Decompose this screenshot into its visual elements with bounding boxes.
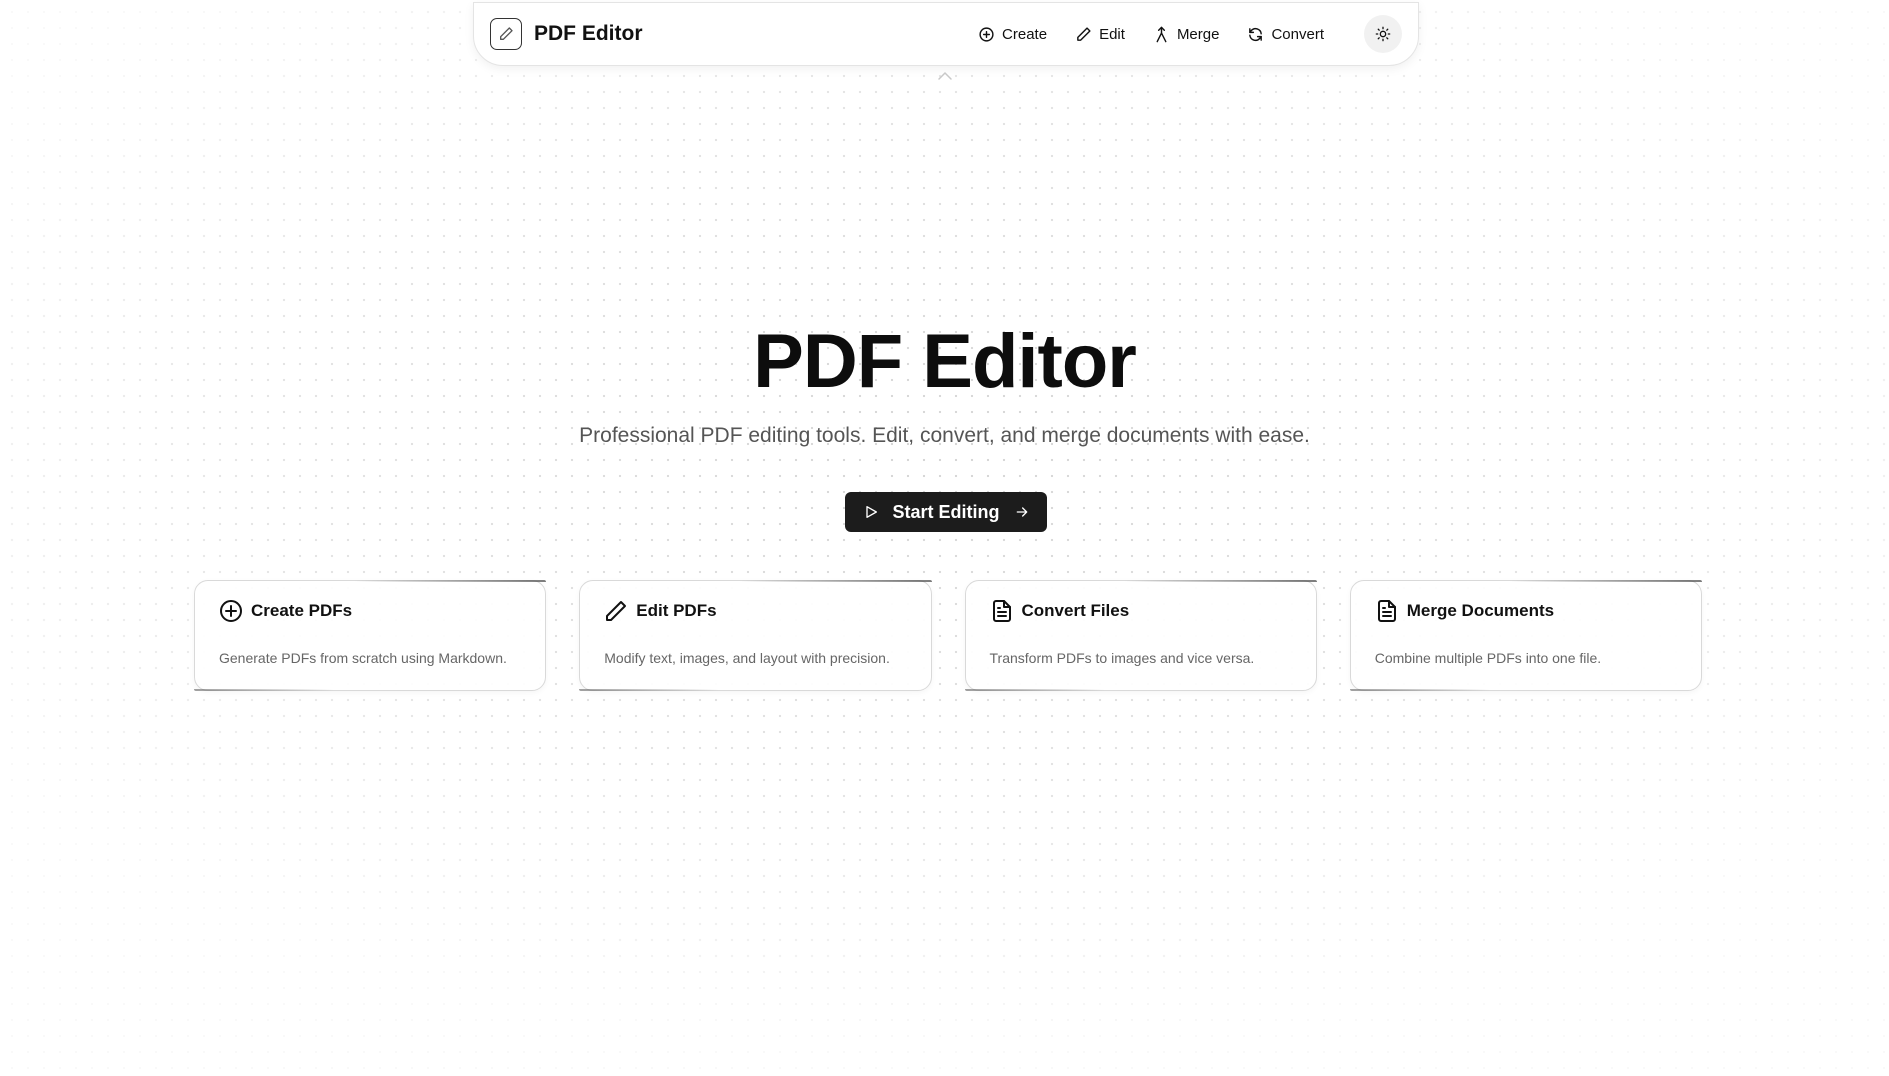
nav-link-label: Convert bbox=[1271, 25, 1324, 43]
plus-circle-icon bbox=[220, 600, 242, 622]
card-create-pdfs[interactable]: Create PDFs Generate PDFs from scratch u… bbox=[194, 580, 547, 691]
file-text-icon bbox=[1377, 600, 1396, 622]
nav-link-convert[interactable]: Convert bbox=[1247, 26, 1324, 43]
pencil-logo-icon bbox=[490, 18, 522, 50]
card-merge-documents[interactable]: Merge Documents Combine multiple PDFs in… bbox=[1349, 580, 1703, 691]
nav-link-merge[interactable]: Merge bbox=[1153, 25, 1220, 43]
card-title: Merge Documents bbox=[1406, 601, 1555, 620]
nav-link-create[interactable]: Create bbox=[978, 26, 1047, 43]
nav-link-label: Edit bbox=[1099, 25, 1125, 43]
card-description: Combine multiple PDFs into one file. bbox=[1374, 650, 1602, 666]
card-description: Generate PDFs from scratch using Markdow… bbox=[219, 650, 507, 666]
merge-icon bbox=[1156, 26, 1167, 42]
card-header: Merge Documents bbox=[1375, 599, 1677, 623]
nav-link-edit[interactable]: Edit bbox=[1075, 26, 1125, 43]
pencil-icon bbox=[1077, 26, 1091, 41]
nav-link-label: Merge bbox=[1176, 25, 1220, 43]
card-description: Transform PDFs to images and vice versa. bbox=[989, 650, 1255, 666]
chevron-up-icon[interactable] bbox=[937, 70, 953, 82]
sun-icon bbox=[1375, 26, 1391, 42]
hero-title: PDF Editor bbox=[753, 319, 1137, 404]
background-dot-grid bbox=[0, 0, 1889, 1076]
card-description: Modify text, images, and layout with pre… bbox=[604, 650, 890, 666]
card-header: Edit PDFs bbox=[604, 599, 906, 623]
file-text-icon bbox=[992, 600, 1011, 622]
start-editing-label: Start Editing bbox=[892, 501, 1000, 522]
refresh-icon bbox=[1249, 27, 1263, 41]
nav-link-label: Create bbox=[1002, 25, 1048, 43]
card-title: Create PDFs bbox=[251, 601, 353, 620]
brand-name: PDF Editor bbox=[534, 22, 643, 45]
card-title: Convert Files bbox=[1021, 601, 1130, 620]
arrow-right-icon bbox=[1016, 507, 1027, 517]
card-edit-pdfs[interactable]: Edit PDFs Modify text, images, and layou… bbox=[579, 580, 932, 691]
feature-cards: Create PDFs Generate PDFs from scratch u… bbox=[194, 580, 1703, 691]
card-header: Convert Files bbox=[990, 599, 1292, 623]
brand[interactable]: PDF Editor bbox=[490, 18, 643, 50]
theme-toggle-button[interactable] bbox=[1364, 15, 1402, 53]
start-editing-button[interactable]: Start Editing bbox=[845, 492, 1047, 532]
card-title: Edit PDFs bbox=[636, 601, 717, 620]
card-header: Create PDFs bbox=[219, 599, 521, 623]
hero-subtitle: Professional PDF editing tools. Edit, co… bbox=[579, 424, 1310, 447]
nav-links: Create Edit Merge Convert bbox=[978, 26, 1324, 43]
card-convert-files[interactable]: Convert Files Transform PDFs to images a… bbox=[964, 580, 1318, 691]
top-navbar: PDF Editor Create Edit Merge Convert bbox=[473, 2, 1419, 66]
play-icon bbox=[865, 506, 877, 518]
pencil-icon bbox=[606, 601, 627, 621]
plus-circle-icon bbox=[979, 26, 994, 42]
